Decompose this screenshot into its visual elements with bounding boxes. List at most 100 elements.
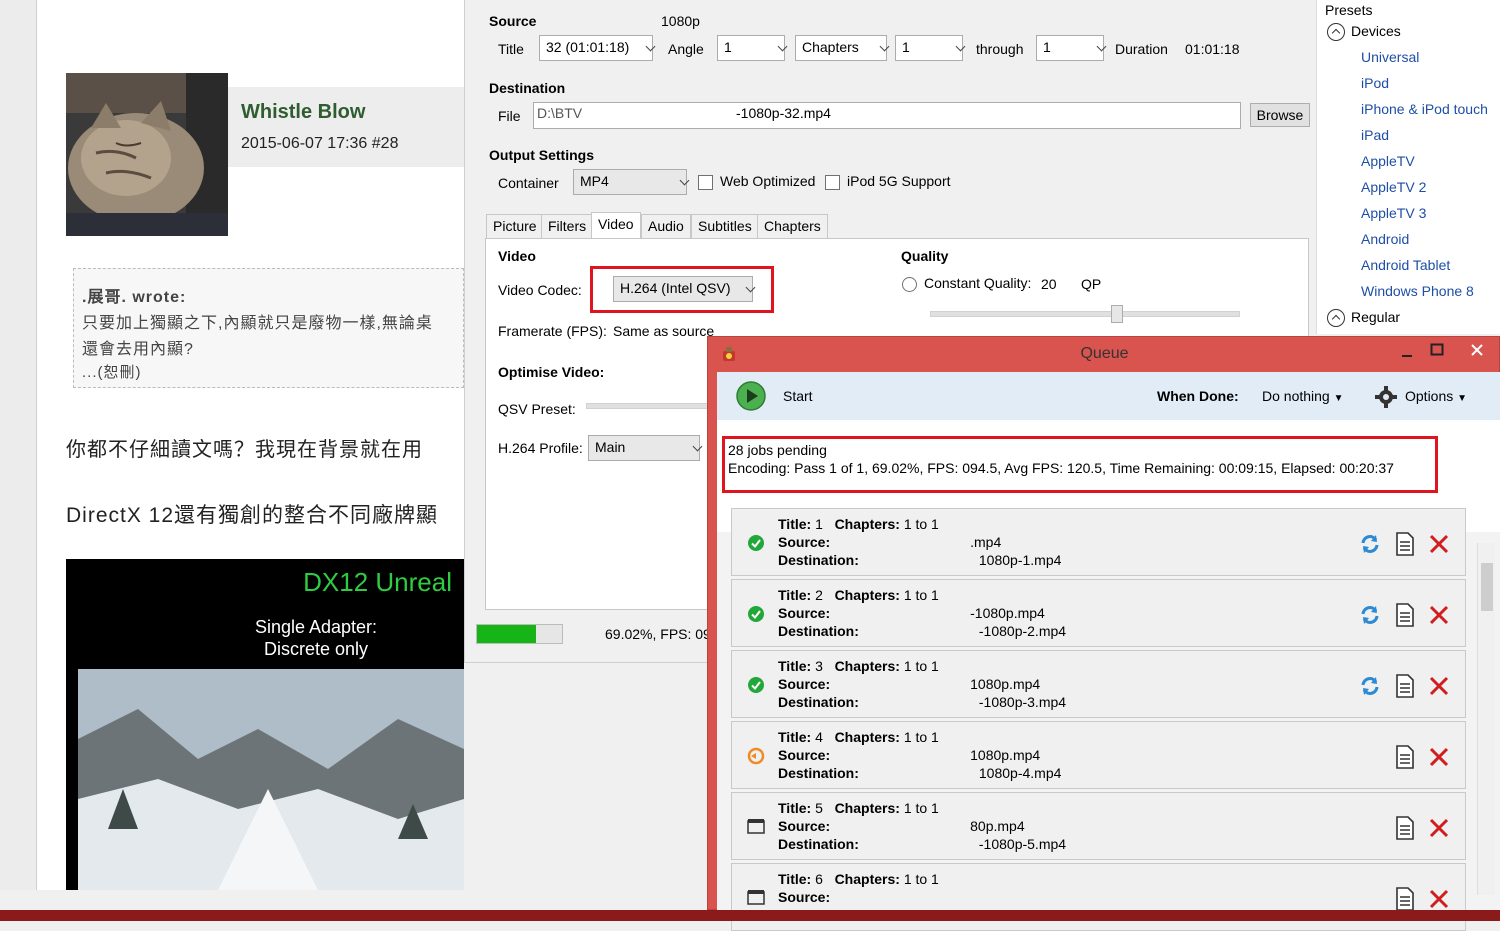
scrollbar-thumb[interactable] [1481, 563, 1493, 611]
job-log-icon[interactable] [1395, 816, 1415, 840]
job-done-icon [747, 534, 765, 555]
h264-profile-select[interactable]: Main [588, 435, 700, 461]
tab-subtitles[interactable]: Subtitles [691, 214, 759, 238]
preset-item[interactable]: Universal [1361, 49, 1419, 65]
framerate-value: Same as source [613, 323, 715, 339]
video-frame-image [78, 669, 464, 890]
caret-down-icon: ▼ [1333, 393, 1344, 404]
when-done-label: When Done: [1157, 388, 1239, 404]
retry-icon[interactable] [1359, 675, 1381, 697]
destination-label: Destination [489, 80, 566, 96]
preset-category-regular[interactable]: Regular [1327, 309, 1400, 328]
queue-job-row[interactable]: Title: 1 Chapters: 1 to 1 Source: .mp4 Dest… [731, 508, 1466, 576]
remove-job-icon[interactable] [1428, 533, 1450, 555]
range-start-select[interactable]: 1 [895, 35, 963, 61]
constant-quality-unit: QP [1081, 276, 1102, 292]
remove-job-icon[interactable] [1428, 604, 1450, 626]
retry-icon[interactable] [1359, 604, 1381, 626]
start-button[interactable]: Start [783, 388, 813, 404]
h264-profile-label: H.264 Profile: [498, 440, 583, 456]
remove-job-icon[interactable] [1428, 888, 1450, 910]
maximize-icon[interactable] [1430, 343, 1444, 357]
tab-audio[interactable]: Audio [641, 214, 691, 238]
browse-button[interactable]: Browse [1250, 103, 1310, 127]
preset-item[interactable]: iPad [1361, 127, 1389, 143]
job-log-icon[interactable] [1395, 674, 1415, 698]
status-highlight-box [722, 436, 1438, 493]
quality-slider[interactable] [930, 311, 1240, 317]
tab-filters[interactable]: Filters [541, 214, 594, 238]
preset-item[interactable]: AppleTV 2 [1361, 179, 1426, 195]
remove-job-icon[interactable] [1428, 817, 1450, 839]
preset-item[interactable]: iPod [1361, 75, 1389, 91]
title-select[interactable]: 32 (01:01:18) [539, 35, 653, 61]
remove-job-icon[interactable] [1428, 675, 1450, 697]
queue-job-row[interactable]: Title: 3 Chapters: 1 to 1 Source: 1080p.mp… [731, 650, 1466, 718]
range-mode-select[interactable]: Chapters [795, 35, 887, 61]
angle-label: Angle [668, 41, 704, 57]
preset-item[interactable]: Android Tablet [1361, 257, 1450, 273]
preset-item[interactable]: Android [1361, 231, 1409, 247]
source-label: Source [489, 13, 537, 29]
remove-job-icon[interactable] [1428, 746, 1450, 768]
preset-category-devices[interactable]: Devices [1327, 23, 1401, 42]
queue-titlebar[interactable]: Queue [708, 337, 1500, 371]
job-log-icon[interactable] [1395, 532, 1415, 556]
preset-item[interactable]: AppleTV 3 [1361, 205, 1426, 221]
post-username[interactable]: Whistle Blow [241, 101, 365, 124]
video-codec-label: Video Codec: [498, 282, 582, 298]
gear-icon[interactable] [1375, 386, 1397, 408]
quote-line: ...(恕刪) [82, 364, 142, 381]
quote-line: 還會去用內顯? [82, 341, 194, 358]
constant-quality-value: 20 [1041, 276, 1057, 292]
queue-window: Queue Start When Done: Do nothing ▼ Opti… [707, 336, 1500, 931]
quality-slider-thumb[interactable] [1111, 305, 1123, 323]
job-log-icon[interactable] [1395, 745, 1415, 769]
job-source-line: Source: 1080p.mp4 [778, 747, 1041, 763]
tab-picture[interactable]: Picture [486, 214, 544, 238]
embedded-video[interactable]: DX12 Unreal Single Adapter: Discrete onl… [66, 559, 464, 890]
ipod-support-checkbox[interactable] [825, 175, 840, 190]
job-log-icon[interactable] [1395, 603, 1415, 627]
range-mode-value: Chapters [802, 39, 859, 55]
post-meta: 2015-06-07 17:36 #28 [241, 135, 399, 152]
constant-quality-label: Constant Quality: [924, 275, 1032, 291]
web-optimized-checkbox[interactable] [698, 175, 713, 190]
quote-line: 只要加上獨顯之下,內顯就只是廢物一樣,無論桌 [82, 315, 433, 332]
queue-title: Queue [1080, 345, 1129, 362]
job-destination-line: Destination: 1080p-4.mp4 [778, 765, 1062, 781]
h264-profile-value: Main [595, 439, 626, 455]
user-avatar[interactable] [66, 73, 228, 236]
when-done-dropdown[interactable]: Do nothing ▼ [1262, 388, 1344, 404]
encode-progress-fill [477, 625, 536, 643]
queue-job-row[interactable]: Title: 2 Chapters: 1 to 1 Source: -1080p.m… [731, 579, 1466, 647]
queue-job-row[interactable]: Title: 5 Chapters: 1 to 1 Source: 80p.mp4 D… [731, 792, 1466, 860]
preset-item[interactable]: AppleTV [1361, 153, 1415, 169]
queue-job-row[interactable]: Title: 4 Chapters: 1 to 1 Source: 1080p.mp… [731, 721, 1466, 789]
constant-quality-radio[interactable] [902, 277, 917, 292]
tab-chapters[interactable]: Chapters [757, 214, 828, 238]
play-icon[interactable] [736, 381, 766, 411]
options-dropdown[interactable]: Options ▼ [1405, 388, 1467, 404]
container-select[interactable]: MP4 [573, 169, 687, 195]
range-start-value: 1 [902, 39, 910, 55]
preset-item[interactable]: Windows Phone 8 [1361, 283, 1474, 299]
queue-scrollbar[interactable] [1477, 543, 1495, 895]
job-log-icon[interactable] [1395, 887, 1415, 911]
angle-select-value: 1 [724, 39, 732, 55]
job-destination-line: Destination: -1080p-5.mp4 [778, 836, 1067, 852]
collapse-icon [1327, 309, 1345, 328]
tab-video[interactable]: Video [591, 212, 641, 238]
retry-icon[interactable] [1359, 533, 1381, 555]
qsv-preset-slider[interactable] [586, 403, 718, 409]
job-title-line: Title: 5 Chapters: 1 to 1 [778, 800, 939, 816]
optimise-video-label: Optimise Video: [498, 364, 605, 380]
range-end-select[interactable]: 1 [1036, 35, 1104, 61]
minimize-icon[interactable] [1400, 345, 1414, 359]
job-destination-line: Destination: 1080p-1.mp4 [778, 552, 1062, 568]
angle-select[interactable]: 1 [717, 35, 785, 61]
preset-item[interactable]: iPhone & iPod touch [1361, 101, 1488, 117]
file-path-input[interactable]: D:\BTV -1080p-32.mp4 [533, 102, 1241, 129]
close-icon[interactable] [1470, 343, 1484, 357]
job-title-line: Title: 1 Chapters: 1 to 1 [778, 516, 939, 532]
